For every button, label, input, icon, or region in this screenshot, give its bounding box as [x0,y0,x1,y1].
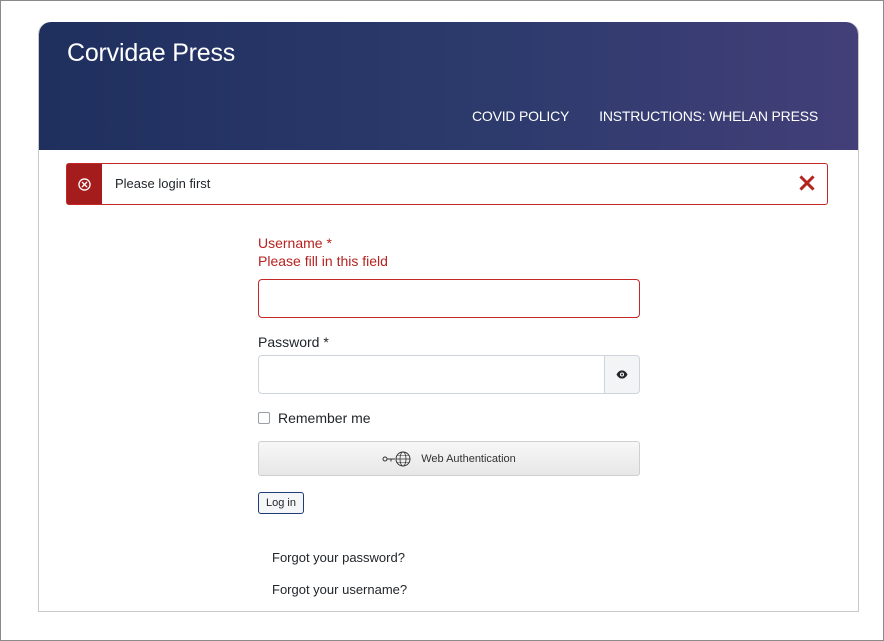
password-label: Password * [258,334,329,350]
key-globe-icon [382,451,411,466]
help-links: Forgot your password? Forgot your userna… [272,550,407,611]
main-nav: COVID POLICY INSTRUCTIONS: WHELAN PRESS [472,108,818,124]
username-label: Username * [258,235,332,251]
web-authentication-label: Web Authentication [421,452,516,465]
site-header: Corvidae Press COVID POLICY INSTRUCTIONS… [39,22,858,150]
error-circle-icon [78,177,91,191]
remember-me[interactable]: Remember me [258,410,640,426]
remember-me-checkbox[interactable] [258,412,270,424]
nav-item-covid-policy[interactable]: COVID POLICY [472,108,569,124]
password-field[interactable] [258,355,605,394]
forgot-username-link[interactable]: Forgot your username? [272,582,407,598]
forgot-password-link[interactable]: Forgot your password? [272,550,407,566]
web-authentication-button[interactable]: Web Authentication [258,441,640,476]
site-brand[interactable]: Corvidae Press [67,39,235,68]
login-button[interactable]: Log in [258,492,304,514]
remember-me-label: Remember me [278,410,371,426]
username-error-message: Please fill in this field [258,253,388,269]
close-x-icon[interactable] [797,173,817,193]
nav-item-instructions[interactable]: INSTRUCTIONS: WHELAN PRESS [599,108,818,124]
page-card: Corvidae Press COVID POLICY INSTRUCTIONS… [38,22,859,612]
username-field[interactable] [258,279,640,318]
alert-message: Please login first [115,176,211,191]
password-group [258,355,640,394]
error-alert: Please login first [66,163,828,205]
eye-icon [616,370,628,379]
alert-icon-box [67,164,102,204]
show-password-button[interactable] [604,355,640,394]
login-form: Username * Please fill in this field Pas… [258,234,640,514]
